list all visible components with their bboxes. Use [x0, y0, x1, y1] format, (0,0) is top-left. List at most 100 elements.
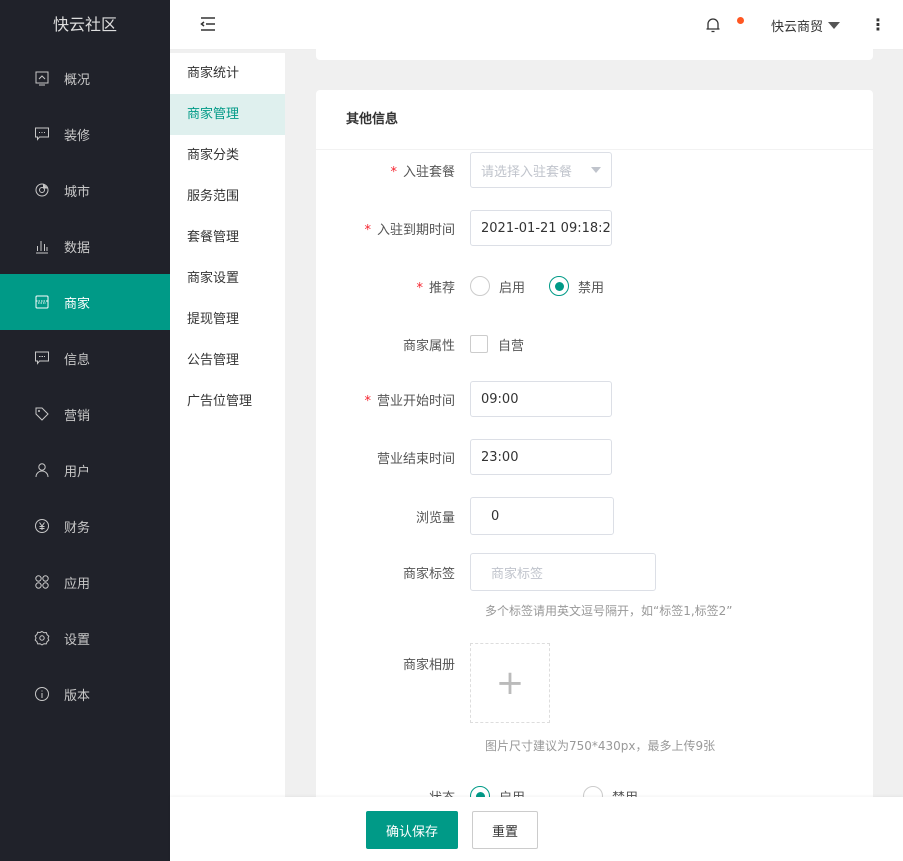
- required-mark: *: [416, 280, 423, 296]
- package-select[interactable]: 请选择入驻套餐: [470, 152, 612, 188]
- sidebar-item-9[interactable]: 应用: [0, 554, 170, 610]
- tags-hint: 多个标签请用英文逗号隔开，如“标签1,标签2”: [485, 604, 733, 618]
- sidebar-item-7[interactable]: 用户: [0, 442, 170, 498]
- sidebar-item-label: 数据: [64, 240, 91, 256]
- sidebar-item-label: 信息: [64, 352, 91, 368]
- sidebar-item-4[interactable]: 商家: [0, 274, 170, 330]
- other-info-card: 其他信息 * 入驻套餐 请选择入驻套餐 * 入驻到期时间 2021-01-21 09…: [316, 90, 873, 861]
- checkbox-label: 自营: [498, 338, 525, 354]
- sidebar-item-11[interactable]: 版本: [0, 666, 170, 722]
- submenu-item[interactable]: 商家设置: [170, 258, 285, 299]
- app-logo: 快云社区: [52, 15, 117, 34]
- close-time-label: 营业结束时间: [376, 451, 455, 467]
- required-mark: *: [364, 222, 371, 238]
- submenu-item[interactable]: 提现管理: [170, 299, 285, 340]
- expire-input[interactable]: 2021-01-21 09:18:21: [470, 210, 612, 246]
- package-placeholder: 请选择入驻套餐: [481, 164, 573, 180]
- submenu-item[interactable]: 广告位管理: [170, 381, 285, 422]
- album-hint: 图片尺寸建议为750*430px，最多上传9张: [485, 739, 716, 753]
- radio-circle-checked: [549, 276, 570, 296]
- sidebar-item-10[interactable]: 设置: [0, 610, 170, 666]
- open-time-row: * 营业开始时间 09:00: [316, 381, 612, 417]
- pie-icon: [34, 182, 50, 198]
- sidebar-item-3[interactable]: 数据: [0, 218, 170, 274]
- submenu-item[interactable]: 套餐管理: [170, 217, 285, 258]
- message-icon: [34, 350, 50, 366]
- notification-bell-icon[interactable]: [705, 17, 721, 37]
- sidebar-item-2[interactable]: 城市: [0, 162, 170, 218]
- upload-plus-icon[interactable]: +: [470, 643, 550, 723]
- submenu-item[interactable]: 公告管理: [170, 340, 285, 381]
- previous-card: [316, 40, 873, 60]
- sidebar-item-0[interactable]: 概况: [0, 50, 170, 106]
- notification-dot: [737, 17, 744, 24]
- close-time-input[interactable]: 23:00: [470, 439, 612, 475]
- radio-label: 启用: [499, 280, 526, 296]
- views-row: 浏览量 0: [316, 497, 614, 535]
- radio-circle: [470, 276, 490, 296]
- sidebar-item-6[interactable]: 营销: [0, 386, 170, 442]
- tags-label: 商家标签: [402, 566, 455, 582]
- sidebar-item-label: 营销: [64, 408, 91, 424]
- tag-icon: [34, 406, 50, 422]
- submenu-item[interactable]: 商家管理: [170, 94, 285, 135]
- reset-button[interactable]: 重置: [472, 811, 538, 849]
- recommend-radio-on[interactable]: 启用: [470, 276, 525, 296]
- sidebar-item-label: 设置: [64, 632, 91, 648]
- required-mark: *: [364, 393, 371, 409]
- sidebar-item-label: 装修: [64, 128, 91, 144]
- caret-down-icon: [828, 22, 841, 35]
- open-time-input[interactable]: 09:00: [470, 381, 612, 417]
- store-icon: [34, 294, 50, 310]
- card-title: 其他信息: [316, 90, 873, 150]
- user-menu[interactable]: 快云商贸: [771, 16, 841, 35]
- expire-label: 入驻到期时间: [376, 222, 455, 238]
- sidebar-item-label: 应用: [64, 576, 91, 592]
- recommend-radio-off[interactable]: 禁用: [549, 276, 604, 296]
- collapse-menu-icon[interactable]: [200, 17, 216, 31]
- submenu-item[interactable]: 商家分类: [170, 135, 285, 176]
- tags-row: 商家标签 商家标签: [316, 553, 656, 591]
- apps-icon: [34, 574, 50, 590]
- sidebar-item-1[interactable]: 装修: [0, 106, 170, 162]
- bar-chart-icon: [34, 238, 50, 254]
- caret-down-icon: [591, 167, 601, 178]
- info-icon: [34, 686, 50, 702]
- close-time-row: 营业结束时间 23:00: [316, 439, 612, 475]
- yen-icon: [34, 518, 50, 534]
- recommend-label: 推荐: [428, 280, 455, 296]
- tags-input[interactable]: 商家标签: [470, 553, 656, 591]
- action-bar: 确认保存 重置: [170, 797, 903, 861]
- sidebar-item-label: 用户: [64, 464, 91, 480]
- checkbox-box: [470, 335, 488, 353]
- sidebar-item-5[interactable]: 信息: [0, 330, 170, 386]
- radio-label: 禁用: [578, 280, 605, 296]
- dashboard-icon: [34, 70, 50, 86]
- attr-label: 商家属性: [402, 338, 455, 354]
- open-time-label: 营业开始时间: [376, 393, 455, 409]
- sidebar-item-label: 财务: [64, 520, 91, 536]
- sidebar-item-label: 版本: [64, 688, 91, 704]
- chat-icon: [34, 126, 50, 142]
- self-operated-checkbox[interactable]: 自营: [470, 335, 524, 354]
- user-icon: [34, 462, 50, 478]
- submenu-item[interactable]: 商家统计: [170, 53, 285, 94]
- gear-icon: [34, 630, 50, 646]
- album-label: 商家相册: [402, 658, 455, 673]
- sidebar: 快云社区 概况装修城市数据商家信息营销用户财务应用设置版本: [0, 0, 170, 861]
- package-row: * 入驻套餐 请选择入驻套餐: [316, 152, 612, 188]
- save-button[interactable]: 确认保存: [366, 811, 458, 849]
- submenu: 商家统计 商家管理 商家分类 服务范围 套餐管理 商家设置 提现管理 公告管理 广告位管理: [170, 53, 285, 861]
- expire-row: * 入驻到期时间 2021-01-21 09:18:21: [316, 210, 612, 246]
- submenu-item[interactable]: 服务范围: [170, 176, 285, 217]
- user-name: 快云商贸: [771, 20, 824, 35]
- views-label: 浏览量: [415, 510, 455, 526]
- tags-placeholder: 商家标签: [491, 566, 544, 582]
- required-mark: *: [390, 164, 397, 180]
- sidebar-item-label: 概况: [64, 72, 91, 88]
- views-input[interactable]: 0: [470, 497, 614, 535]
- sidebar-item-label: 城市: [64, 184, 91, 200]
- more-vertical-icon[interactable]: ⋮: [870, 15, 886, 34]
- attr-row: 商家属性 自营: [316, 326, 548, 362]
- sidebar-item-8[interactable]: 财务: [0, 498, 170, 554]
